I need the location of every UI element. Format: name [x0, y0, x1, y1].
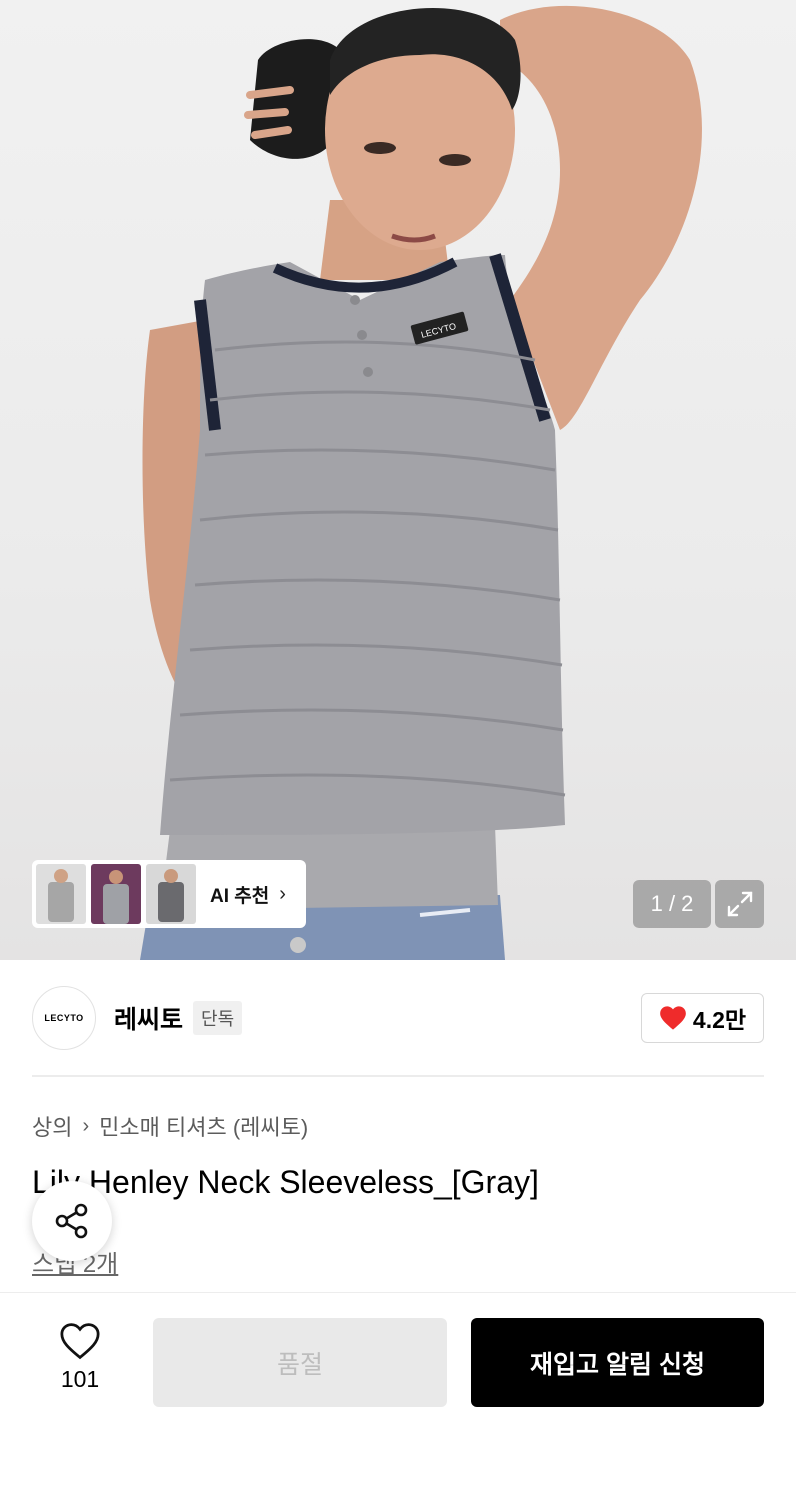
breadcrumb-category[interactable]: 상의: [32, 1110, 72, 1142]
exclusive-badge: 단독: [193, 1001, 243, 1035]
soldout-button: 품절: [153, 1318, 447, 1407]
product-photo: LECYTO: [140, 5, 702, 960]
wishlist-button[interactable]: 101: [40, 1322, 120, 1402]
brand-like-button[interactable]: 4.2만: [641, 993, 764, 1043]
ai-thumb-1: [36, 864, 86, 924]
heart-icon: [660, 1006, 686, 1030]
product-image-carousel[interactable]: LECYTO AI 추천 › 1 / 2: [0, 0, 796, 960]
wishlist-count: 101: [60, 1366, 100, 1392]
ai-recommend-chip[interactable]: AI 추천 ›: [32, 860, 306, 928]
bottom-bar-divider: [0, 1292, 796, 1293]
brand-row: LECYTO 레씨토 단독 4.2만: [32, 985, 764, 1051]
breadcrumb: 상의 › 민소매 티셔츠 (레씨토): [32, 1110, 308, 1142]
ai-thumb-3: [146, 864, 196, 924]
product-title: Lily Henley Neck Sleeveless_[Gray]: [32, 1164, 539, 1200]
image-counter: 1 / 2: [633, 880, 711, 928]
chevron-right-icon: ›: [82, 1114, 90, 1137]
ai-recommend-label: AI 추천: [210, 885, 270, 907]
brand-like-count: 4.2만: [692, 1007, 747, 1033]
share-icon: [55, 1203, 88, 1239]
restock-alert-button[interactable]: 재입고 알림 신청: [471, 1318, 764, 1407]
chevron-right-icon: ›: [279, 882, 286, 905]
brand-logo[interactable]: LECYTO: [32, 986, 96, 1050]
expand-icon[interactable]: [715, 880, 764, 928]
ai-thumb-2: [91, 864, 141, 924]
heart-outline-icon: [60, 1323, 100, 1360]
brand-name[interactable]: 레씨토: [114, 1000, 183, 1036]
share-button[interactable]: [32, 1181, 112, 1261]
breadcrumb-subcategory[interactable]: 민소매 티셔츠 (레씨토): [99, 1110, 308, 1142]
divider: [32, 1075, 764, 1077]
